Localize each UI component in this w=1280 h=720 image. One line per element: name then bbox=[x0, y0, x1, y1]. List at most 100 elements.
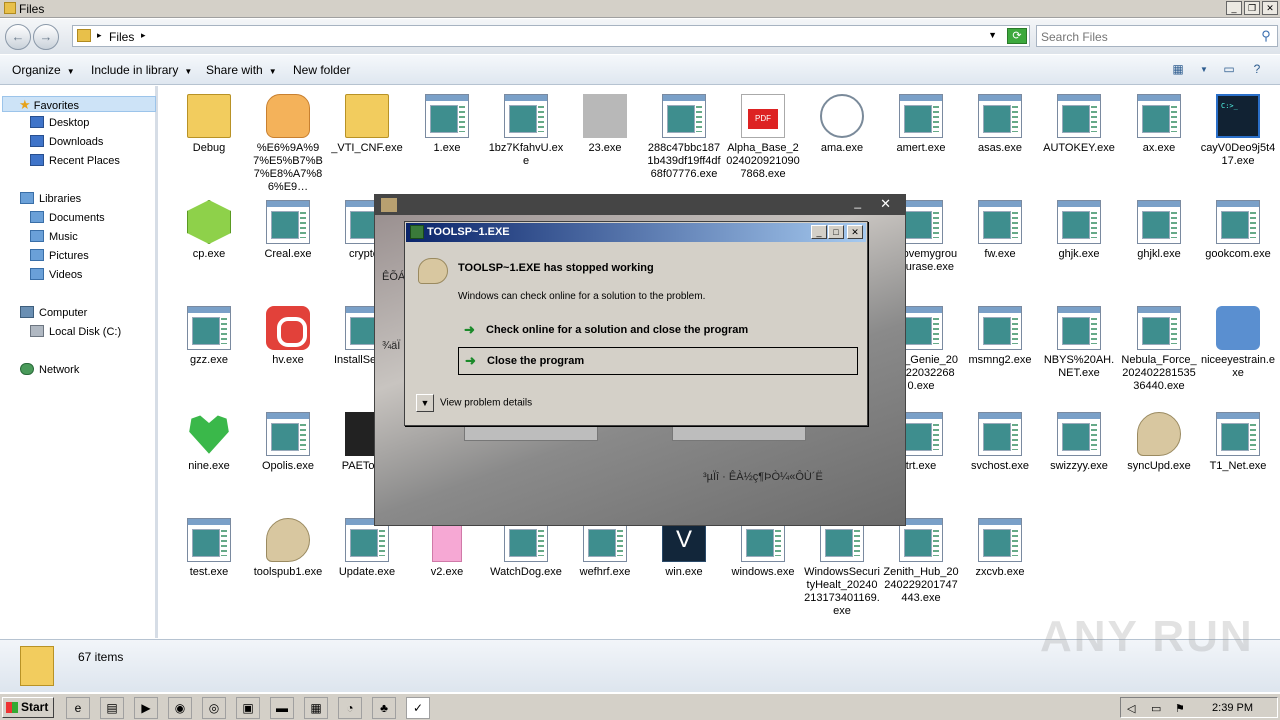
file-item[interactable]: NBYS%20AH.NET.exe bbox=[1041, 298, 1117, 380]
chevron-down-icon[interactable]: ▼ bbox=[988, 30, 997, 40]
file-item[interactable]: Creal.exe bbox=[250, 192, 326, 261]
chevron-right-icon[interactable]: ▸ bbox=[97, 30, 102, 41]
file-item[interactable]: cp.exe bbox=[171, 192, 247, 261]
file-item[interactable]: amert.exe bbox=[883, 86, 959, 155]
file-item[interactable]: Debug bbox=[171, 86, 247, 155]
preview-pane-icon[interactable]: ▭ bbox=[1221, 62, 1237, 78]
file-item[interactable]: svchost.exe bbox=[962, 404, 1038, 473]
gauge-icon[interactable]: ◔ bbox=[338, 697, 362, 719]
search-box[interactable]: ⚲ bbox=[1036, 25, 1278, 47]
nav-music[interactable]: Music bbox=[30, 229, 78, 245]
nav-pictures[interactable]: Pictures bbox=[30, 248, 89, 264]
file-item[interactable]: 23.exe bbox=[567, 86, 643, 155]
file-item[interactable]: cayV0Deo9j5t417.exe bbox=[1200, 86, 1276, 168]
media-player-icon[interactable]: ▶ bbox=[134, 697, 158, 719]
file-item[interactable]: msmng2.exe bbox=[962, 298, 1038, 367]
file-item[interactable]: WindowsSecurityHealt_20240213173401169.e… bbox=[804, 510, 880, 618]
file-item[interactable]: niceeyestrain.exe bbox=[1200, 298, 1276, 380]
chevron-down-icon: ▼ bbox=[184, 67, 193, 76]
file-item[interactable]: Opolis.exe bbox=[250, 404, 326, 473]
start-button[interactable]: Start bbox=[2, 697, 54, 718]
back-button[interactable]: ← bbox=[5, 24, 31, 50]
chrome-icon[interactable]: ◉ bbox=[168, 697, 192, 719]
close-program-option[interactable]: ➜ Close the program bbox=[458, 347, 858, 375]
minimize-button[interactable]: _ bbox=[811, 225, 827, 239]
file-item[interactable]: toolspub1.exe bbox=[250, 510, 326, 579]
file-item[interactable]: gookcom.exe bbox=[1200, 192, 1276, 261]
file-item[interactable]: 288c47bbc1871b439df19ff4df68f07776.exe bbox=[646, 86, 722, 181]
explorer-icon[interactable]: ▤ bbox=[100, 697, 124, 719]
file-item[interactable]: zxcvb.exe bbox=[962, 510, 1038, 579]
clock[interactable]: 2:39 PM bbox=[1212, 702, 1253, 714]
address-bar[interactable]: ▸ Files ▸ ▼ ⟳ bbox=[72, 25, 1030, 47]
app-window-icon[interactable]: ▦ bbox=[304, 697, 328, 719]
maximize-button[interactable]: □ bbox=[828, 225, 844, 239]
calculator-icon[interactable]: ▣ bbox=[236, 697, 260, 719]
file-item[interactable]: 1.exe bbox=[409, 86, 485, 155]
file-item[interactable]: ama.exe bbox=[804, 86, 880, 155]
search-input[interactable] bbox=[1041, 29, 1251, 44]
minimize-button[interactable]: _ bbox=[854, 195, 861, 209]
file-item[interactable]: ghjk.exe bbox=[1041, 192, 1117, 261]
close-button[interactable]: ✕ bbox=[1262, 1, 1278, 15]
address-path[interactable]: Files bbox=[109, 30, 134, 44]
nav-downloads[interactable]: Downloads bbox=[30, 134, 103, 150]
close-button[interactable]: ✕ bbox=[880, 196, 891, 212]
refresh-button[interactable]: ⟳ bbox=[1007, 28, 1027, 44]
view-details-toggle[interactable]: ▼ View problem details bbox=[416, 394, 532, 412]
file-item[interactable]: %E6%9A%97%E5%B7%B7%E8%A7%86%E9… bbox=[250, 86, 326, 194]
error-app-icon[interactable]: ✓ bbox=[406, 697, 430, 719]
exe-icon bbox=[1137, 94, 1181, 138]
maximize-button[interactable]: ❐ bbox=[1244, 1, 1260, 15]
forward-button[interactable]: → bbox=[33, 24, 59, 50]
share-with-button[interactable]: Share with ▼ bbox=[206, 63, 277, 77]
file-item[interactable]: hv.exe bbox=[250, 298, 326, 367]
nav-recent-places[interactable]: Recent Places bbox=[30, 153, 120, 169]
chip-icon[interactable]: ▬ bbox=[270, 697, 294, 719]
file-item[interactable]: test.exe bbox=[171, 510, 247, 579]
exe-bars bbox=[696, 106, 702, 132]
nav-local-disk[interactable]: Local Disk (C:) bbox=[30, 324, 121, 340]
nav-desktop[interactable]: Desktop bbox=[30, 115, 89, 131]
file-item[interactable]: fw.exe bbox=[962, 192, 1038, 261]
file-item[interactable]: ghjkl.exe bbox=[1121, 192, 1197, 261]
search-icon[interactable]: ⚲ bbox=[1258, 28, 1274, 44]
ie-icon[interactable]: e bbox=[66, 697, 90, 719]
view-options-icon[interactable]: ▦ bbox=[1170, 62, 1186, 78]
new-folder-button[interactable]: New folder bbox=[293, 63, 350, 77]
nav-documents[interactable]: Documents bbox=[30, 210, 105, 226]
file-item[interactable]: Alpha_Base_20240209210907868.exe bbox=[725, 86, 801, 181]
flag-icon[interactable]: ⚑ bbox=[1175, 702, 1185, 715]
check-online-option[interactable]: ➜ Check online for a solution and close … bbox=[458, 317, 858, 345]
file-item[interactable]: Nebula_Force_20240228153536440.exe bbox=[1121, 298, 1197, 393]
chevron-right-icon[interactable]: ▸ bbox=[141, 30, 146, 41]
nav-favorites[interactable]: ★ Favorites bbox=[2, 96, 156, 112]
file-item[interactable]: swizzyy.exe bbox=[1041, 404, 1117, 473]
music-icon bbox=[30, 230, 44, 242]
file-item[interactable]: 1bz7KfahvU.exe bbox=[488, 86, 564, 168]
network-tray-icon[interactable]: ▭ bbox=[1151, 702, 1161, 715]
volume-icon[interactable]: ◁ bbox=[1127, 702, 1135, 715]
app-icon[interactable]: ♣ bbox=[372, 697, 396, 719]
close-button[interactable]: ✕ bbox=[847, 225, 863, 239]
nav-computer[interactable]: Computer bbox=[20, 305, 87, 321]
edge-icon[interactable]: ◎ bbox=[202, 697, 226, 719]
item-count: 67 items bbox=[78, 650, 124, 664]
file-item[interactable]: ax.exe bbox=[1121, 86, 1197, 155]
exe-icon bbox=[266, 412, 310, 456]
nav-network[interactable]: Network bbox=[20, 362, 79, 378]
organize-button[interactable]: Organize ▼ bbox=[12, 63, 75, 77]
help-icon[interactable]: ? bbox=[1249, 62, 1265, 78]
file-item[interactable]: asas.exe bbox=[962, 86, 1038, 155]
nav-videos[interactable]: Videos bbox=[30, 267, 82, 283]
file-item[interactable]: nine.exe bbox=[171, 404, 247, 473]
file-item[interactable]: syncUpd.exe bbox=[1121, 404, 1197, 473]
chevron-down-icon[interactable]: ▼ bbox=[1196, 62, 1212, 78]
nav-libraries[interactable]: Libraries bbox=[20, 191, 81, 207]
file-item[interactable]: T1_Net.exe bbox=[1200, 404, 1276, 473]
minimize-button[interactable]: _ bbox=[1226, 1, 1242, 15]
include-in-library-button[interactable]: Include in library ▼ bbox=[91, 63, 192, 77]
file-item[interactable]: gzz.exe bbox=[171, 298, 247, 367]
file-item[interactable]: _VTI_CNF.exe bbox=[329, 86, 405, 155]
file-item[interactable]: AUTOKEY.exe bbox=[1041, 86, 1117, 155]
